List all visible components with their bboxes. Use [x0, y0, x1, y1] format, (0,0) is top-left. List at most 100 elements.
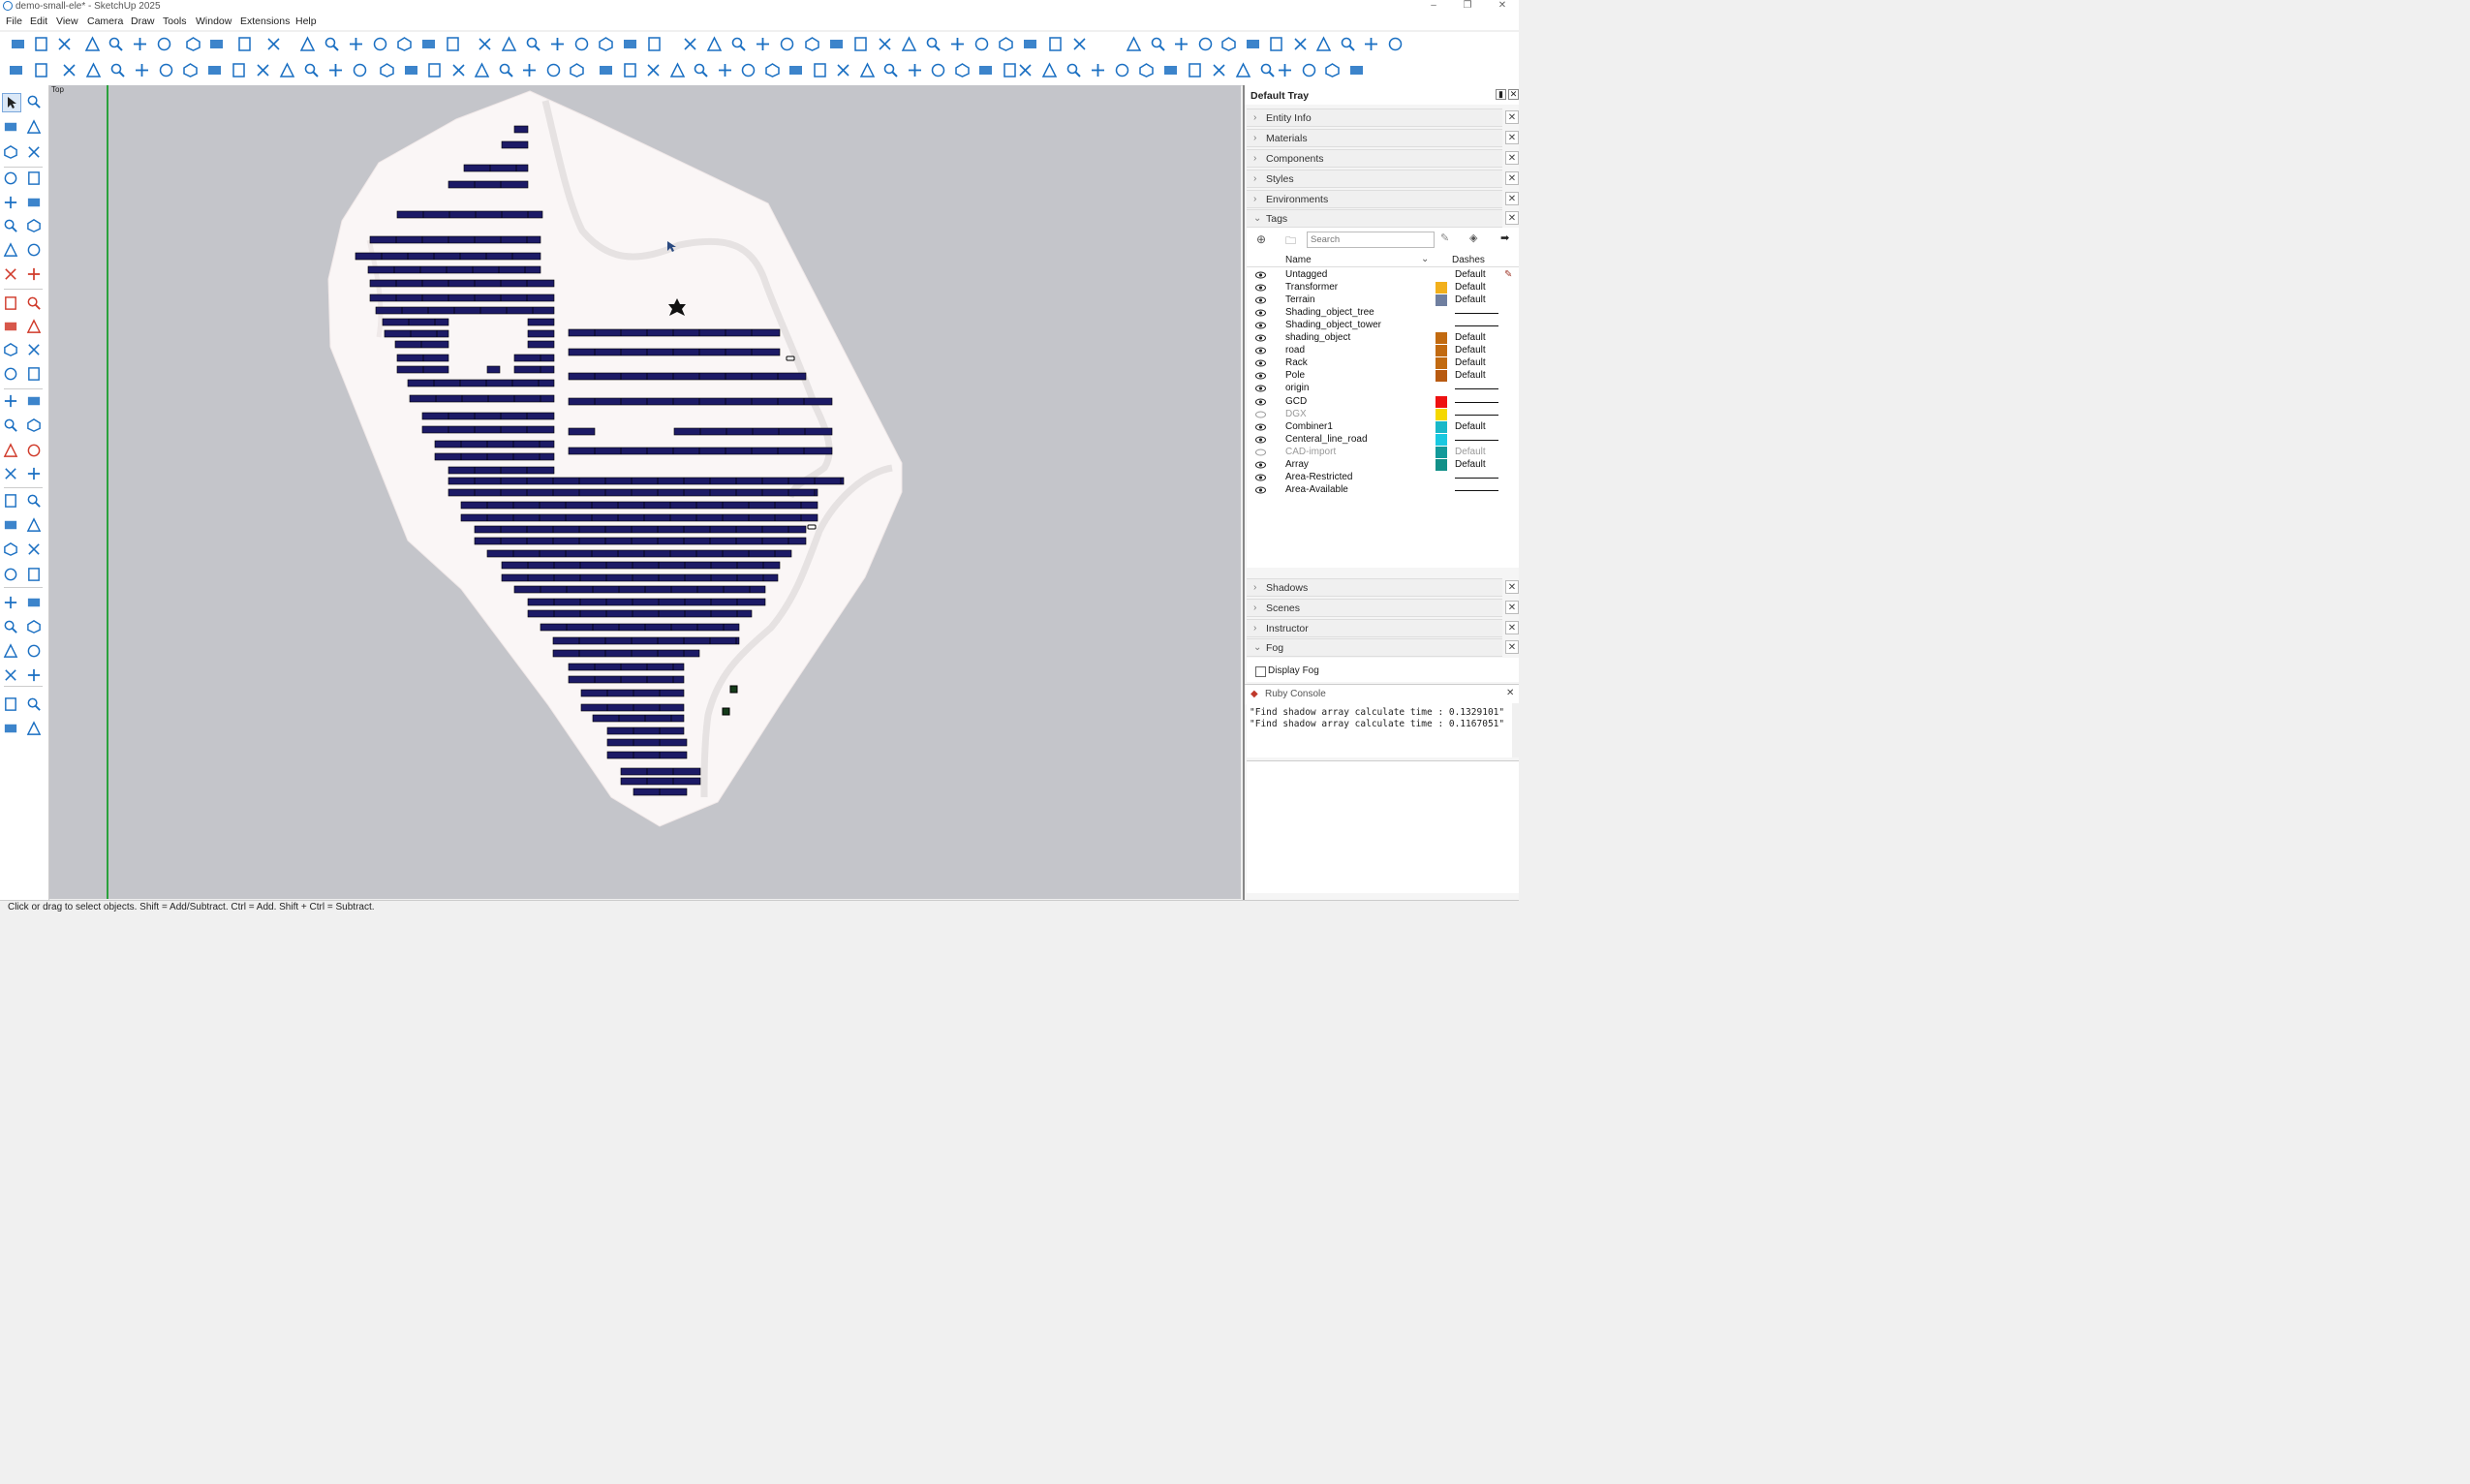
- tag-row[interactable]: DGX: [1247, 408, 1519, 421]
- tag-name[interactable]: Rack: [1285, 357, 1308, 368]
- col-dashes-header[interactable]: Dashes: [1452, 255, 1485, 265]
- pv-array-row[interactable]: [527, 318, 555, 326]
- panel-close-button[interactable]: ✕: [1505, 580, 1519, 594]
- panel-close-button[interactable]: ✕: [1505, 192, 1519, 205]
- tag-color-swatch[interactable]: [1436, 282, 1447, 294]
- panel-instructor[interactable]: › Instructor: [1247, 619, 1502, 637]
- pv-array-row[interactable]: [552, 636, 740, 645]
- toolbar-circle-icon[interactable]: [740, 62, 756, 78]
- tag-name[interactable]: Shading_object_tower: [1285, 320, 1381, 330]
- tag-row[interactable]: Area-Available: [1247, 484, 1519, 497]
- toolbar-cross-icon[interactable]: [1090, 62, 1106, 78]
- tag-color-swatch[interactable]: [1436, 395, 1447, 408]
- toolbar-cross-icon[interactable]: [1173, 36, 1189, 52]
- toolbar-magnifier-icon[interactable]: [925, 36, 942, 52]
- pv-array-row[interactable]: [463, 164, 529, 172]
- col-name-header[interactable]: Name: [1285, 255, 1312, 265]
- tool-document-icon[interactable]: [2, 294, 19, 312]
- restore-button[interactable]: ❐: [1457, 0, 1478, 12]
- toolbar-cross-icon[interactable]: [1363, 36, 1379, 52]
- tool-cross-icon[interactable]: [2, 194, 19, 211]
- toolbar-hexagon-icon[interactable]: [1324, 62, 1341, 78]
- tool-x-icon[interactable]: [25, 541, 43, 558]
- tool-circle-icon[interactable]: [2, 566, 19, 583]
- eye-hidden-icon[interactable]: [1255, 448, 1266, 456]
- toolbar-circle-icon[interactable]: [779, 36, 795, 52]
- toolbar-block-icon[interactable]: [1162, 62, 1179, 78]
- pv-array-row[interactable]: [501, 573, 779, 582]
- pv-array-row[interactable]: [382, 318, 449, 326]
- tool-block-icon[interactable]: [2, 720, 19, 737]
- tool-x-icon[interactable]: [2, 265, 19, 283]
- panel-environments[interactable]: › Environments: [1247, 190, 1502, 208]
- menu-file[interactable]: File: [6, 15, 22, 27]
- panel-entity-info[interactable]: › Entity Info: [1247, 108, 1502, 127]
- minimize-button[interactable]: –: [1423, 0, 1444, 12]
- panel-shadows[interactable]: › Shadows: [1247, 578, 1502, 597]
- toolbar-hexagon-icon[interactable]: [804, 36, 820, 52]
- pv-array-row[interactable]: [394, 340, 449, 349]
- tag-row[interactable]: Rack Default: [1247, 357, 1519, 370]
- toolbar-x-icon[interactable]: [477, 36, 493, 52]
- toolbar-triangle-icon[interactable]: [1235, 62, 1251, 78]
- pin-tray-button[interactable]: ▮: [1496, 89, 1506, 100]
- toolbar-cross-icon[interactable]: [521, 62, 538, 78]
- toolbar-block-icon[interactable]: [10, 36, 26, 52]
- toolbar-cross-icon[interactable]: [907, 62, 923, 78]
- toolbar-cross-icon[interactable]: [134, 62, 150, 78]
- pv-array-row[interactable]: [434, 440, 555, 448]
- panel-scenes[interactable]: › Scenes: [1247, 599, 1502, 617]
- toolbar-x-icon[interactable]: [265, 36, 282, 52]
- toolbar-circle-icon[interactable]: [973, 36, 990, 52]
- pv-array-row[interactable]: [448, 180, 529, 189]
- tag-dashes[interactable]: Default: [1455, 282, 1486, 293]
- tool-triangle-icon[interactable]: [25, 720, 43, 737]
- eye-icon[interactable]: [1255, 474, 1266, 481]
- equipment-marker[interactable]: [786, 356, 795, 361]
- toolbar-cross-icon[interactable]: [327, 62, 344, 78]
- toolbar-magnifier-icon[interactable]: [693, 62, 709, 78]
- tag-name[interactable]: Transformer: [1285, 282, 1338, 293]
- tag-dashes[interactable]: Default: [1455, 294, 1486, 305]
- tag-name[interactable]: Area-Available: [1285, 484, 1348, 495]
- dash-pattern-line[interactable]: [1455, 401, 1498, 403]
- pv-array-row[interactable]: [568, 447, 833, 455]
- menu-window[interactable]: Window: [196, 15, 232, 27]
- ruby-console-input[interactable]: [1247, 760, 1519, 893]
- toolbar-hexagon-icon[interactable]: [1138, 62, 1155, 78]
- display-fog-checkbox[interactable]: [1255, 666, 1266, 677]
- toolbar-x-icon[interactable]: [255, 62, 271, 78]
- toolbar-magnifier-icon[interactable]: [730, 36, 747, 52]
- tag-name[interactable]: CAD-import: [1285, 447, 1336, 457]
- toolbar-circle-icon[interactable]: [372, 36, 388, 52]
- pv-array-row[interactable]: [513, 585, 766, 594]
- tag-row[interactable]: Area-Restricted: [1247, 472, 1519, 484]
- toolbar-document-icon[interactable]: [622, 62, 638, 78]
- tag-dashes[interactable]: Default: [1455, 332, 1486, 343]
- toolbar-circle-icon[interactable]: [1114, 62, 1130, 78]
- select-tool-icon[interactable]: [2, 93, 21, 112]
- tag-name[interactable]: DGX: [1285, 409, 1307, 419]
- tag-dashes[interactable]: Default: [1455, 447, 1486, 457]
- toolbar-x-icon[interactable]: [877, 36, 893, 52]
- toolbar-document-icon[interactable]: [1187, 62, 1203, 78]
- dash-pattern-line[interactable]: [1455, 489, 1498, 491]
- pv-array-row[interactable]: [421, 412, 555, 420]
- tool-x-icon[interactable]: [25, 341, 43, 358]
- tool-document-icon[interactable]: [25, 365, 43, 383]
- tag-name[interactable]: Centeral_line_road: [1285, 434, 1368, 445]
- toolbar-magnifier-icon[interactable]: [109, 62, 126, 78]
- toolbar-document-icon[interactable]: [426, 62, 443, 78]
- eye-icon[interactable]: [1255, 322, 1266, 329]
- panel-components[interactable]: › Components: [1247, 149, 1502, 168]
- tag-color-swatch[interactable]: [1436, 370, 1447, 383]
- tag-row[interactable]: Untagged Default ✎: [1247, 269, 1519, 282]
- tool-cross-icon[interactable]: [2, 594, 19, 611]
- pv-array-row[interactable]: [375, 306, 555, 315]
- pv-array-row[interactable]: [396, 210, 543, 219]
- tag-name[interactable]: Pole: [1285, 370, 1305, 381]
- toolbar-triangle-icon[interactable]: [1126, 36, 1142, 52]
- toolbar-block-icon[interactable]: [828, 36, 845, 52]
- tag-name[interactable]: origin: [1285, 383, 1309, 393]
- toolbar-block-icon[interactable]: [977, 62, 994, 78]
